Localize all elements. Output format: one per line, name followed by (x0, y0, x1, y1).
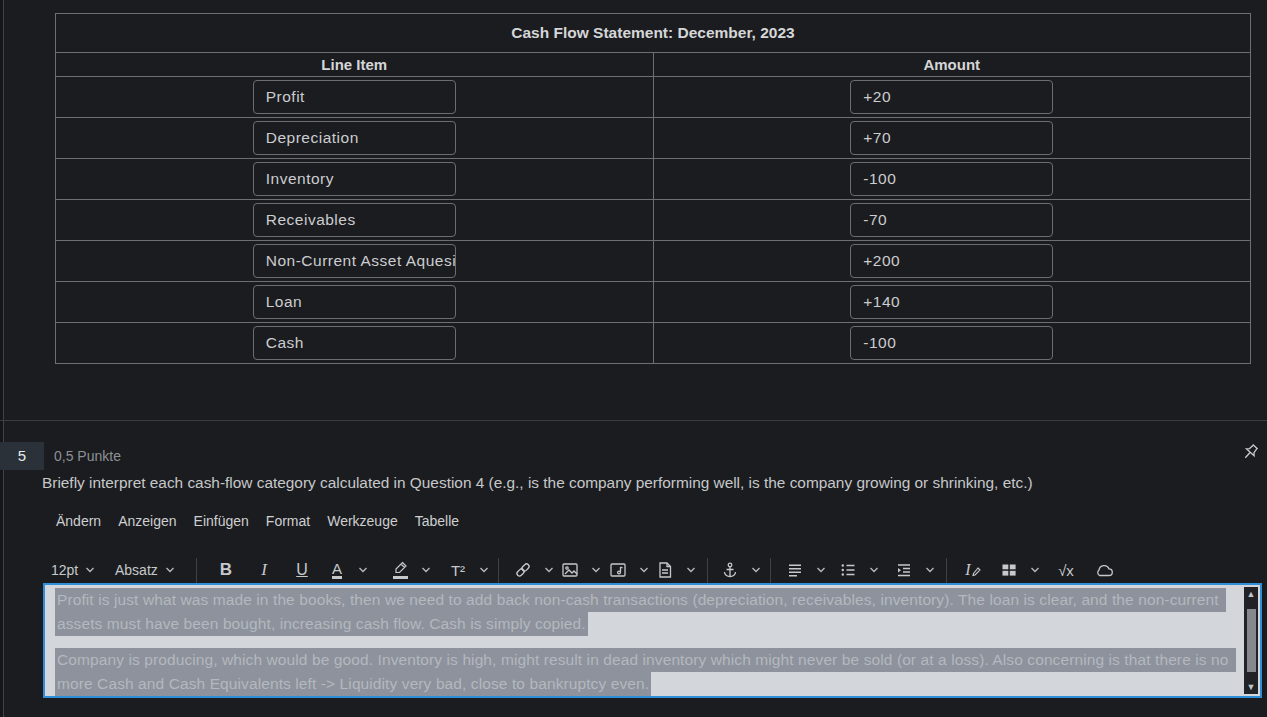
bullet-list-chevron[interactable] (865, 556, 883, 584)
selected-text-line: Company is producing, which would be goo… (55, 648, 1236, 672)
amount-input[interactable]: -100 (850, 162, 1053, 196)
toolbar-separator (498, 558, 499, 586)
menu-item-view[interactable]: Anzeigen (118, 513, 176, 529)
menu-item-tools[interactable]: Werkzeuge (327, 513, 398, 529)
document-chevron[interactable] (682, 556, 700, 584)
document-icon[interactable] (648, 556, 682, 584)
menu-item-format[interactable]: Format (266, 513, 310, 529)
amount-input[interactable]: +140 (850, 285, 1053, 319)
scroll-up-arrow[interactable]: ▲ (1244, 587, 1258, 601)
line-item-input[interactable]: Cash (253, 326, 456, 360)
bold-button[interactable]: B (209, 556, 243, 584)
col-header-amount: Amount (653, 53, 1251, 77)
font-size-dropdown[interactable]: 12pt (51, 556, 95, 584)
amount-input[interactable]: +20 (850, 80, 1053, 114)
media-icon[interactable] (601, 556, 635, 584)
indent-chevron[interactable] (921, 556, 939, 584)
underline-button[interactable]: U (285, 556, 319, 584)
editor-text: Profit is just what was made in the book… (45, 585, 1245, 696)
editor-content-area[interactable]: Profit is just what was made in the book… (43, 583, 1262, 698)
italic-button[interactable]: I (247, 556, 281, 584)
superscript-button[interactable]: T² (441, 556, 475, 584)
line-item-input[interactable]: Loan (253, 285, 456, 319)
table-row: Cash -100 (56, 323, 1251, 364)
table-row: Depreciation +70 (56, 118, 1251, 159)
chevron-down-icon (165, 567, 175, 573)
toolbar-separator (770, 558, 771, 586)
scroll-down-arrow[interactable]: ▼ (1244, 680, 1258, 694)
table-title: Cash Flow Statement: December, 2023 (56, 14, 1251, 53)
editor-menubar: Ändern Anzeigen Einfügen Format Werkzeug… (43, 511, 1262, 531)
menu-item-insert[interactable]: Einfügen (194, 513, 249, 529)
toolbar-separator (196, 558, 197, 586)
table-row: Inventory -100 (56, 159, 1251, 200)
question-text: Briefly interpret each cash-flow categor… (42, 474, 1142, 492)
formula-button[interactable]: √x (1049, 556, 1083, 584)
chevron-down-icon (85, 567, 95, 573)
scrollbar-thumb[interactable] (1247, 609, 1256, 672)
align-icon[interactable] (778, 556, 812, 584)
superscript-chevron[interactable] (475, 556, 493, 584)
anchor-icon[interactable] (713, 556, 747, 584)
amount-input[interactable]: +200 (850, 244, 1053, 278)
left-edge-strip (0, 0, 4, 717)
selected-text-line: Profit is just what was made in the book… (55, 588, 1226, 612)
table-row: Receivables -70 (56, 200, 1251, 241)
selected-text-line: more Cash and Cash Equivalents left -> L… (55, 672, 651, 696)
align-chevron[interactable] (812, 556, 830, 584)
toolbar-separator (946, 558, 947, 586)
col-header-line-item: Line Item (56, 53, 654, 77)
edit-code-icon[interactable]: I (956, 556, 990, 584)
amount-input[interactable]: -100 (850, 326, 1053, 360)
line-item-input[interactable]: Profit (253, 80, 456, 114)
table-chevron[interactable] (1026, 556, 1044, 584)
selected-text-line: assets must have been bought, increasing… (55, 612, 588, 636)
paragraph-format-dropdown[interactable]: Absatz (115, 556, 175, 584)
menu-item-table[interactable]: Tabelle (415, 513, 459, 529)
question-number-badge: 5 (0, 442, 44, 470)
bullet-list-icon[interactable] (831, 556, 865, 584)
text-color-button[interactable]: A (320, 556, 354, 584)
table-row: Non-Current Asset Aquesition +200 (56, 241, 1251, 282)
editor-toolbar: 12pt Absatz B I U A T² (43, 556, 1262, 584)
menu-item-edit[interactable]: Ändern (56, 513, 101, 529)
editor-scrollbar[interactable]: ▲ ▼ (1244, 587, 1258, 694)
rich-text-editor: Ändern Anzeigen Einfügen Format Werkzeug… (43, 511, 1262, 698)
anchor-chevron[interactable] (747, 556, 765, 584)
highlight-color-button[interactable] (383, 556, 417, 584)
link-icon[interactable] (506, 556, 540, 584)
toolbar-separator (707, 558, 708, 586)
text-color-chevron[interactable] (354, 556, 372, 584)
cloud-icon[interactable] (1087, 556, 1121, 584)
amount-input[interactable]: -70 (850, 203, 1053, 237)
table-row: Loan +140 (56, 282, 1251, 323)
line-item-input[interactable]: Receivables (253, 203, 456, 237)
section-divider (0, 420, 1267, 421)
table-row: Profit +20 (56, 77, 1251, 118)
highlight-color-chevron[interactable] (417, 556, 435, 584)
indent-icon[interactable] (887, 556, 921, 584)
line-item-input[interactable]: Inventory (253, 162, 456, 196)
table-icon[interactable] (992, 556, 1026, 584)
cash-flow-table: Cash Flow Statement: December, 2023 Line… (55, 13, 1251, 364)
image-icon[interactable] (553, 556, 587, 584)
question-points: 0,5 Punkte (54, 442, 121, 470)
pin-icon[interactable] (1240, 443, 1261, 464)
amount-input[interactable]: +70 (850, 121, 1053, 155)
line-item-input[interactable]: Non-Current Asset Aquesition (253, 244, 456, 278)
line-item-input[interactable]: Depreciation (253, 121, 456, 155)
